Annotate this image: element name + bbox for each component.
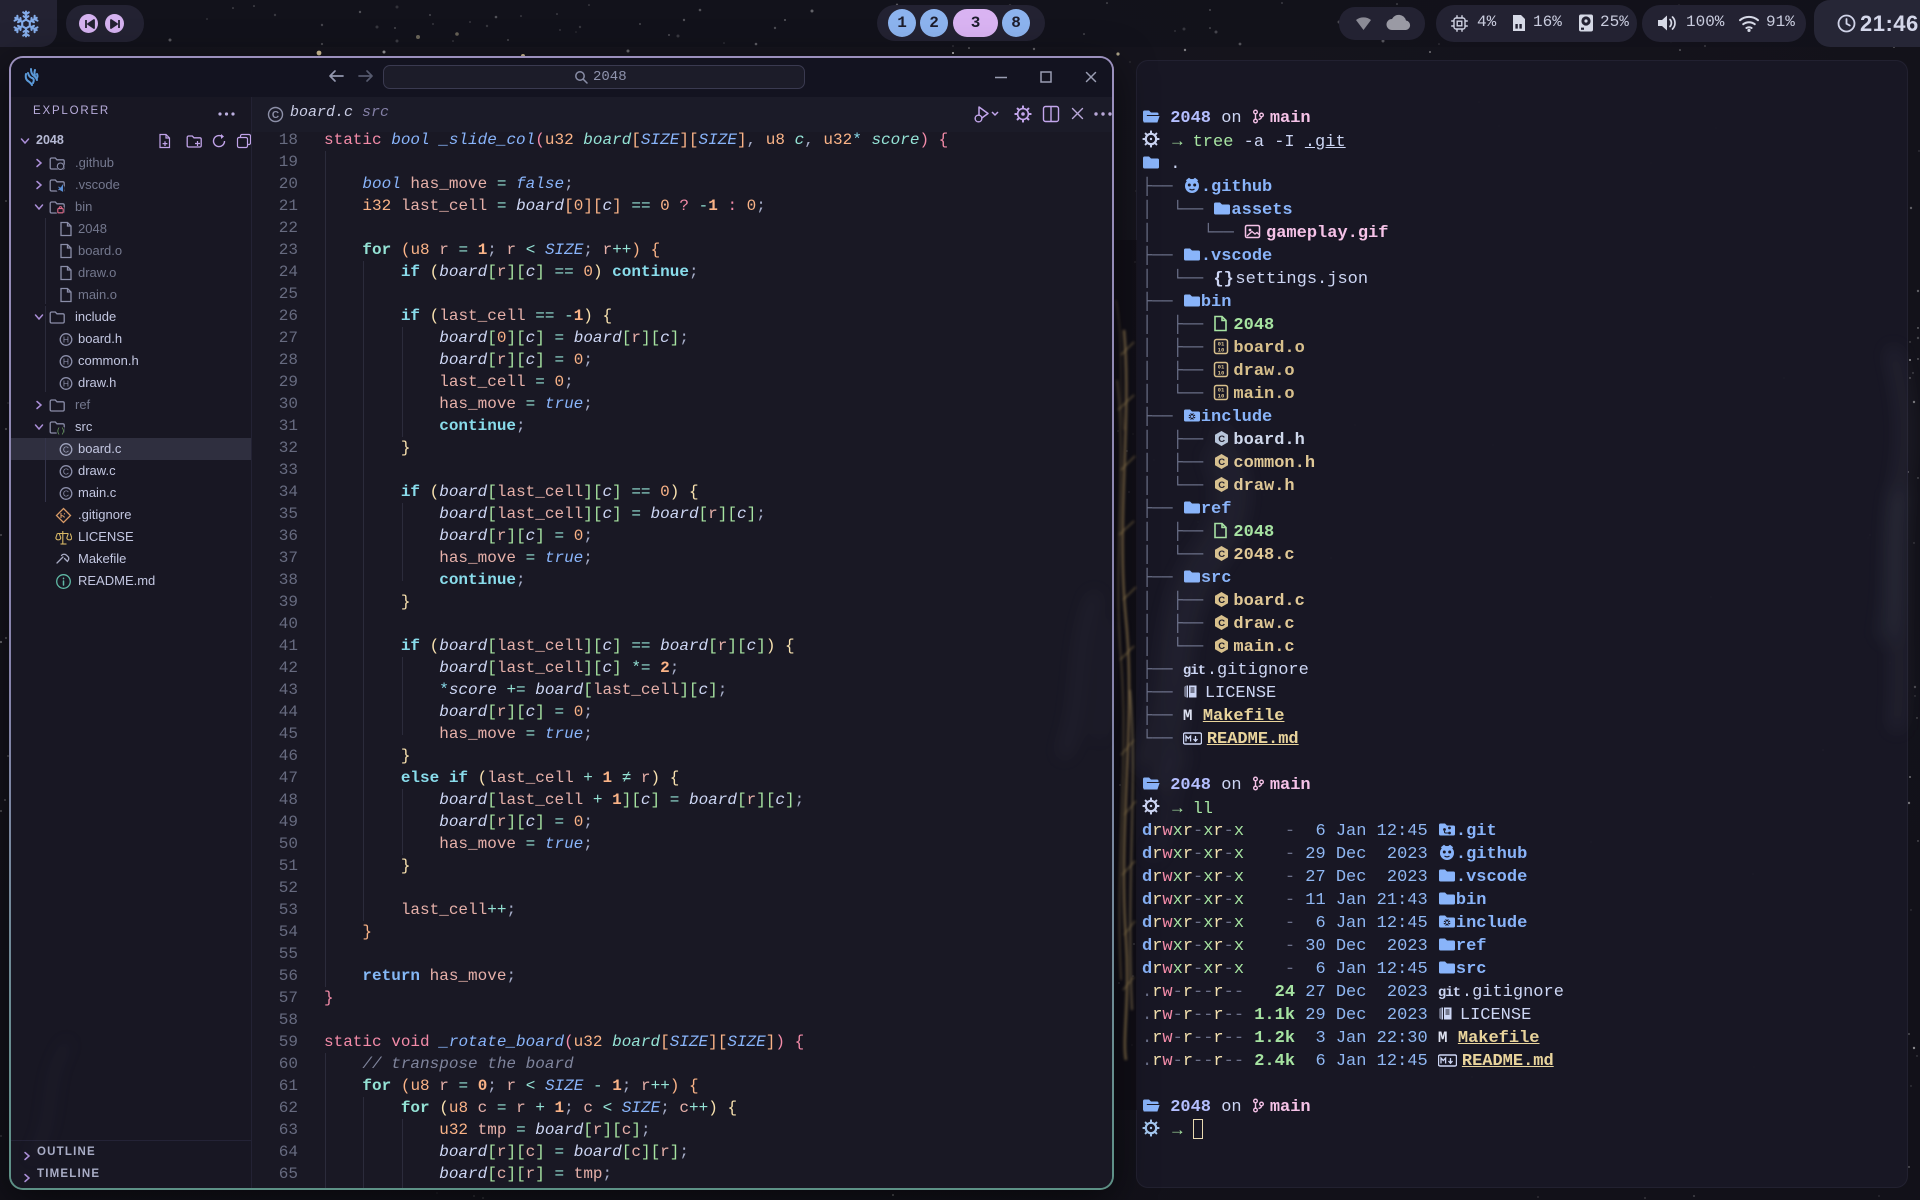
- svg-text:10: 10: [1218, 370, 1225, 377]
- svg-text:C: C: [1219, 549, 1226, 560]
- svg-text:C: C: [63, 467, 69, 477]
- svg-text:H: H: [63, 379, 69, 389]
- svg-text:C: C: [1219, 641, 1226, 652]
- svg-text:C: C: [63, 489, 69, 499]
- svg-text:(): (): [56, 428, 64, 436]
- svg-text:10: 10: [1218, 393, 1225, 400]
- svg-text:C: C: [272, 110, 279, 121]
- svg-text:C: C: [1219, 457, 1226, 468]
- svg-text:C: C: [63, 445, 69, 455]
- svg-text:C: C: [1219, 595, 1226, 606]
- svg-text:C: C: [1219, 480, 1226, 491]
- svg-text:C: C: [1219, 618, 1226, 629]
- svg-text:H: H: [63, 335, 69, 345]
- svg-text:10: 10: [1218, 347, 1225, 354]
- svg-text:H: H: [63, 357, 69, 367]
- svg-text:C: C: [1219, 434, 1226, 445]
